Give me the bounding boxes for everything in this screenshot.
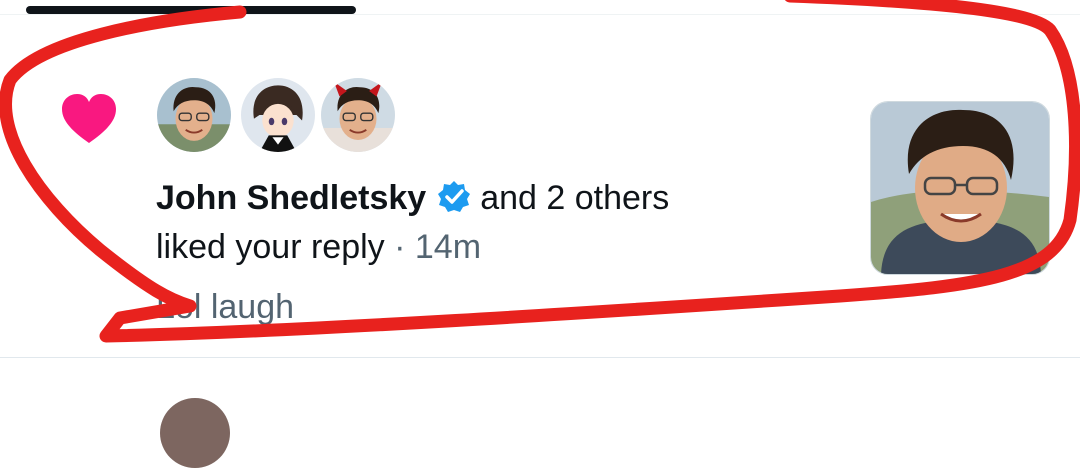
action-text: liked your reply: [156, 228, 385, 266]
heart-icon: [62, 94, 116, 143]
list-divider: [0, 357, 1080, 358]
profile-thumbnail[interactable]: [870, 101, 1050, 275]
anime-avatar[interactable]: [238, 75, 318, 155]
next-notification-avatar: [160, 398, 230, 468]
devil-horns-avatar[interactable]: [318, 75, 398, 155]
timestamp: 14m: [414, 228, 482, 266]
others-count-link[interactable]: and 2 others: [480, 179, 669, 217]
status-bar-indicator: [26, 6, 356, 14]
john-shedletsky-avatar[interactable]: [154, 75, 234, 155]
user-name-link[interactable]: John Shedletsky: [156, 179, 426, 217]
notification-action: liked your reply · 14m: [156, 227, 481, 267]
notification-headline: John Shedletsky and 2 others: [156, 178, 669, 218]
separator: ·: [394, 228, 406, 266]
reply-preview[interactable]: Lol laugh: [156, 287, 294, 327]
verified-badge-icon: [438, 181, 471, 212]
